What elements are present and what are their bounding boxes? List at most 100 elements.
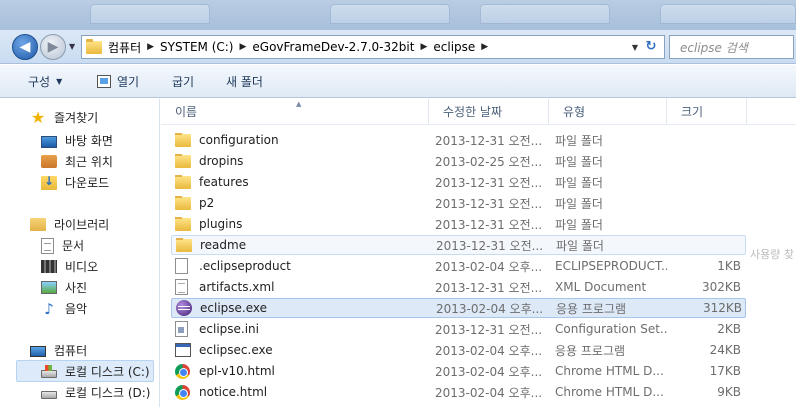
file-row[interactable]: p2 2013-12-31 오전... 파일 폴더 bbox=[171, 193, 746, 213]
file-type: 파일 폴더 bbox=[555, 196, 603, 211]
file-row[interactable]: eclipsec.exe 2013-02-04 오후... 응용 프로그램 24KB bbox=[171, 340, 746, 360]
file-name-cell: dropins bbox=[175, 154, 427, 168]
background-tab bbox=[480, 4, 610, 24]
nav-local-disk-c[interactable]: 로컬 디스크 (C:) bbox=[16, 360, 154, 382]
file-row[interactable]: dropins 2013-02-25 오전... 파일 폴더 bbox=[171, 151, 746, 171]
address-bar[interactable]: 컴퓨터 ▶ SYSTEM (C:) ▶ eGovFrameDev-2.7.0-32b… bbox=[81, 35, 665, 59]
organize-label: 구성 bbox=[28, 74, 51, 89]
header-divider bbox=[161, 124, 796, 125]
organize-button[interactable]: 구성 ▼ bbox=[28, 65, 62, 98]
file-type: 파일 폴더 bbox=[555, 217, 603, 232]
forward-button[interactable]: ▶ bbox=[40, 34, 66, 60]
file-name-cell: notice.html bbox=[175, 384, 427, 400]
nav-videos[interactable]: 비디오 bbox=[41, 258, 98, 275]
file-name-cell: epl-v10.html bbox=[175, 363, 427, 379]
chevron-down-icon: ▼ bbox=[56, 76, 63, 86]
chevron-right-icon[interactable]: ▶ bbox=[481, 42, 488, 52]
file-row[interactable]: eclipse.ini 2013-12-31 오전... Configuration… bbox=[171, 319, 746, 339]
breadcrumb-system-c[interactable]: SYSTEM (C:) ▶ bbox=[160, 40, 246, 54]
nav-desktop[interactable]: 바탕 화면 bbox=[41, 132, 113, 149]
local-disk-icon bbox=[41, 364, 57, 378]
nav-recent[interactable]: 최근 위치 bbox=[41, 153, 113, 170]
file-row[interactable]: eclipse.exe 2013-02-04 오후... 응용 프로그램 312KB bbox=[171, 298, 746, 318]
breadcrumb-label: eclipse bbox=[433, 40, 476, 54]
background-window-text: 사용량 찾 bbox=[750, 248, 794, 261]
address-dropdown-icon[interactable]: ▼ bbox=[632, 43, 638, 52]
video-icon bbox=[41, 260, 57, 273]
back-button[interactable]: ◀ bbox=[12, 34, 38, 60]
file-date: 2013-02-04 오후... bbox=[435, 343, 543, 358]
file-name-cell: eclipse.exe bbox=[176, 300, 428, 316]
file-row[interactable]: plugins 2013-12-31 오전... 파일 폴더 bbox=[171, 214, 746, 234]
new-folder-button[interactable]: 새 폴더 bbox=[226, 65, 263, 98]
breadcrumb-eclipse[interactable]: eclipse ▶ bbox=[433, 40, 488, 54]
background-tab bbox=[330, 4, 450, 24]
file-row[interactable]: artifacts.xml 2013-12-31 오전... XML Documen… bbox=[171, 277, 746, 297]
file-list: 이름 ▲ 수정한 날짜 유형 크기 configuration 2013-12-3… bbox=[161, 99, 796, 407]
folder-icon bbox=[175, 133, 191, 147]
command-bar: 구성 ▼ 열기 굽기 새 폴더 bbox=[0, 65, 796, 98]
file-date: 2013-02-04 오후... bbox=[435, 364, 543, 379]
file-name: dropins bbox=[199, 154, 244, 168]
star-icon: ★ bbox=[30, 107, 46, 127]
nav-music[interactable]: ♪ 음악 bbox=[41, 300, 87, 317]
file-name-cell: eclipsec.exe bbox=[175, 343, 427, 357]
column-header-name[interactable]: 이름 bbox=[161, 99, 429, 124]
file-row[interactable]: features 2013-12-31 오전... 파일 폴더 bbox=[171, 172, 746, 192]
file-date: 2013-02-04 오후... bbox=[435, 385, 543, 400]
chrome-icon bbox=[175, 363, 190, 379]
file-name: notice.html bbox=[199, 385, 268, 399]
file-size: 2KB bbox=[717, 322, 741, 336]
folder-icon bbox=[86, 38, 102, 54]
file-date: 2013-12-31 오전... bbox=[435, 196, 543, 211]
burn-button[interactable]: 굽기 bbox=[172, 65, 194, 98]
column-header-size[interactable]: 크기 bbox=[667, 99, 747, 124]
recent-places-icon bbox=[41, 155, 57, 168]
file-row[interactable]: notice.html 2013-02-04 오후... Chrome HTML D… bbox=[171, 382, 746, 402]
file-type: ECLIPSEPRODUCT... bbox=[555, 259, 667, 273]
file-name: .eclipseproduct bbox=[199, 259, 291, 273]
nav-libraries[interactable]: 라이브러리 bbox=[30, 216, 109, 233]
documents-icon bbox=[41, 237, 54, 254]
file-date: 2013-12-31 오전... bbox=[435, 217, 543, 232]
chevron-right-icon[interactable]: ▶ bbox=[147, 42, 154, 52]
nav-computer[interactable]: 컴퓨터 bbox=[30, 342, 87, 359]
file-row[interactable]: .eclipseproduct 2013-02-04 오후... ECLIPSEPR… bbox=[171, 256, 746, 276]
file-row[interactable]: configuration 2013-12-31 오전... 파일 폴더 bbox=[171, 130, 746, 150]
file-date: 2013-02-04 오후... bbox=[435, 259, 543, 274]
nav-pictures[interactable]: 사진 bbox=[41, 279, 87, 296]
column-header-type[interactable]: 유형 bbox=[549, 99, 667, 124]
file-date: 2013-12-31 오전... bbox=[435, 280, 543, 295]
file-name: p2 bbox=[199, 196, 215, 210]
breadcrumb-computer[interactable]: 컴퓨터 ▶ bbox=[108, 39, 154, 56]
search-input[interactable]: eclipse 검색 bbox=[669, 35, 794, 59]
nav-favorites[interactable]: ★ 즐겨찾기 bbox=[30, 109, 98, 126]
chrome-icon bbox=[175, 384, 190, 400]
folder-icon bbox=[175, 217, 191, 231]
burn-label: 굽기 bbox=[172, 74, 195, 89]
open-button[interactable]: 열기 bbox=[97, 65, 139, 98]
file-name-cell: eclipse.ini bbox=[175, 321, 427, 337]
column-header-date[interactable]: 수정한 날짜 bbox=[429, 99, 549, 124]
refresh-icon[interactable]: ↻ bbox=[642, 39, 660, 55]
file-type: XML Document bbox=[555, 280, 647, 294]
back-arrow-icon: ◀ bbox=[19, 39, 31, 55]
nav-downloads[interactable]: 다운로드 bbox=[41, 174, 109, 191]
chevron-right-icon[interactable]: ▶ bbox=[420, 42, 427, 52]
xml-file-icon bbox=[175, 279, 188, 295]
background-tab bbox=[660, 4, 796, 24]
computer-icon bbox=[30, 346, 46, 357]
nav-documents[interactable]: 문서 bbox=[41, 237, 84, 254]
history-dropdown-icon[interactable]: ▼ bbox=[69, 42, 75, 51]
nav-label: 로컬 디스크 (C:) bbox=[65, 364, 150, 379]
file-size: 302KB bbox=[701, 280, 741, 294]
nav-label: 사진 bbox=[65, 281, 88, 295]
music-note-icon: ♪ bbox=[44, 299, 54, 318]
file-row[interactable]: readme 2013-12-31 오전... 파일 폴더 bbox=[171, 235, 746, 255]
file-row[interactable]: epl-v10.html 2013-02-04 오후... Chrome HTML … bbox=[171, 361, 746, 381]
file-name-cell: .eclipseproduct bbox=[175, 258, 427, 274]
breadcrumb-egovframe[interactable]: eGovFrameDev-2.7.0-32bit ▶ bbox=[252, 40, 427, 54]
chevron-right-icon[interactable]: ▶ bbox=[239, 42, 246, 52]
nav-local-disk-d[interactable]: 로컬 디스크 (D:) bbox=[41, 384, 150, 401]
open-label: 열기 bbox=[117, 74, 140, 89]
